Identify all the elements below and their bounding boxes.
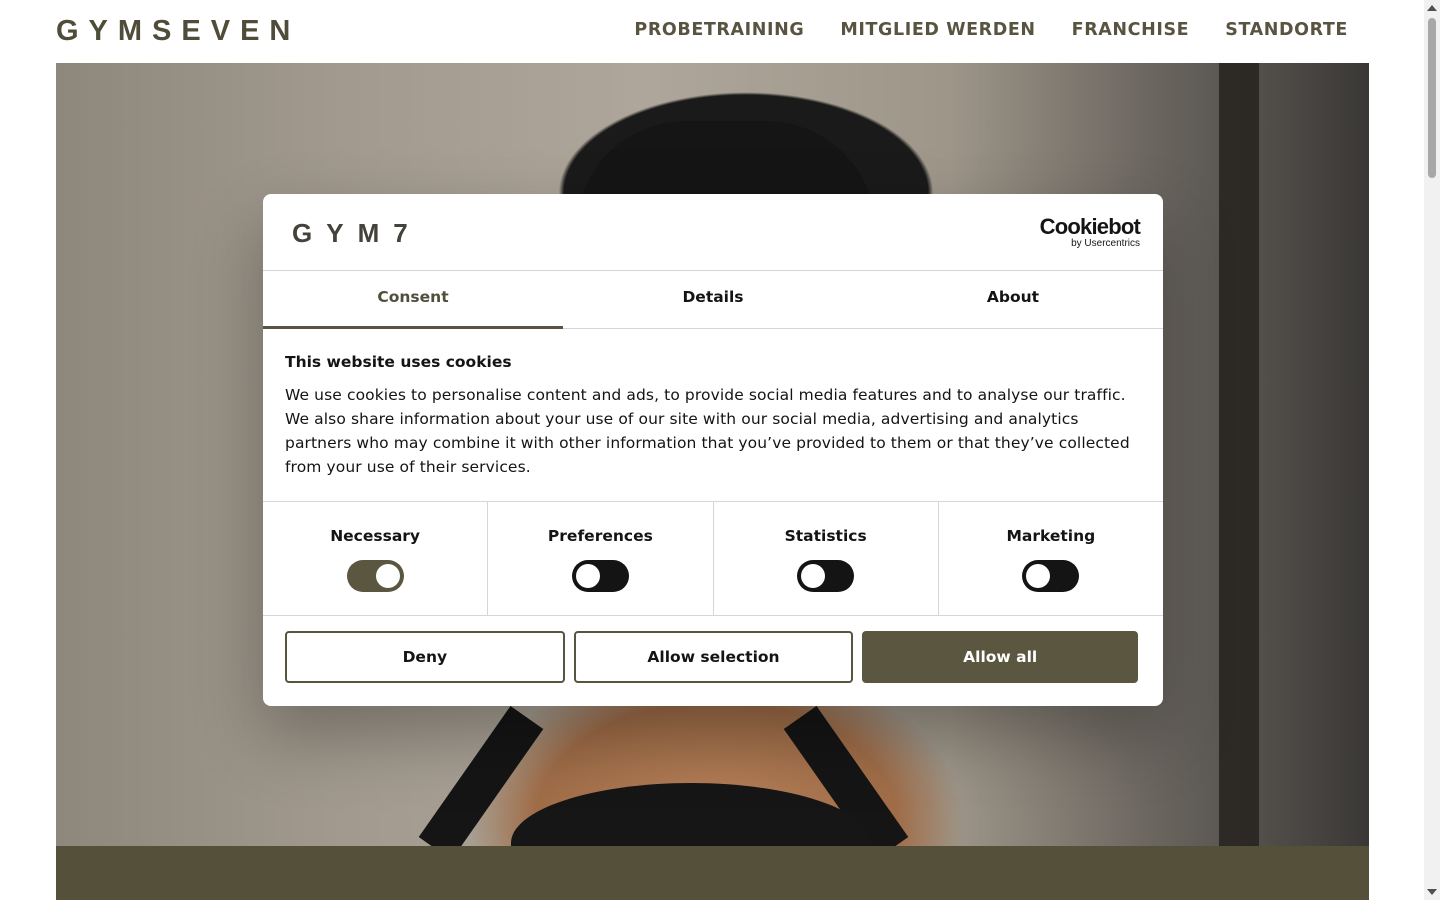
toggle-marketing[interactable]	[1022, 560, 1080, 592]
cookiebot-name: Cookiebot	[1039, 214, 1141, 239]
tab-about[interactable]: About	[863, 271, 1163, 328]
deny-button[interactable]: Deny	[285, 631, 565, 683]
toggle-necessary[interactable]	[346, 560, 404, 592]
category-marketing: Marketing	[939, 502, 1163, 615]
scroll-thumb[interactable]	[1428, 18, 1436, 178]
category-preferences: Preferences	[488, 502, 714, 615]
consent-categories: Necessary Preferences Statistics Marketi…	[263, 501, 1163, 616]
hero-sports-top	[511, 783, 871, 846]
toggle-preferences[interactable]	[571, 560, 629, 592]
nav-item-standorte[interactable]: STANDORTE	[1225, 19, 1348, 41]
category-label: Marketing	[1006, 527, 1096, 545]
consent-buttons: Deny Allow selection Allow all	[263, 616, 1163, 683]
consent-title: This website uses cookies	[285, 353, 512, 371]
main-nav: PROBETRAINING MITGLIED WERDEN FRANCHISE …	[634, 19, 1348, 41]
toggle-knob	[1026, 564, 1051, 588]
toggle-knob	[801, 564, 826, 588]
nav-item-franchise[interactable]: FRANCHISE	[1072, 19, 1190, 41]
site-header: GYMSEVEN PROBETRAINING MITGLIED WERDEN F…	[0, 0, 1424, 63]
cookiebot-logo[interactable]: Cookiebot by Usercentrics	[1039, 214, 1141, 250]
nav-item-mitglied-werden[interactable]: MITGLIED WERDEN	[840, 19, 1035, 41]
hero-background-pillar	[1219, 63, 1259, 846]
cookiebot-byline: by Usercentrics	[1071, 238, 1140, 249]
tab-consent[interactable]: Consent	[263, 271, 563, 329]
scroll-up-arrow-icon[interactable]	[1427, 5, 1437, 11]
dialog-tabs: Consent Details About	[263, 271, 1163, 329]
category-statistics: Statistics	[714, 502, 939, 615]
consent-body: This website uses cookies We use cookies…	[263, 329, 1163, 501]
tab-details[interactable]: Details	[563, 271, 863, 328]
cookie-consent-dialog: GYM7 Cookiebot by Usercentrics Consent D…	[263, 194, 1163, 706]
scroll-down-arrow-icon[interactable]	[1427, 889, 1437, 895]
category-label: Statistics	[784, 527, 867, 545]
nav-item-probetraining[interactable]: PROBETRAINING	[634, 19, 804, 41]
dialog-header: GYM7 Cookiebot by Usercentrics	[263, 194, 1163, 271]
page-scrollbar[interactable]	[1424, 0, 1440, 900]
allow-all-button[interactable]: Allow all	[862, 631, 1139, 683]
toggle-knob	[575, 564, 600, 588]
toggle-knob	[375, 564, 400, 588]
category-label: Necessary	[330, 527, 421, 545]
site-logo[interactable]: GYMSEVEN	[56, 14, 300, 48]
hero-footer-band	[56, 846, 1369, 900]
allow-selection-button[interactable]: Allow selection	[573, 631, 854, 683]
toggle-statistics[interactable]	[797, 560, 855, 592]
consent-description: We use cookies to personalise content an…	[285, 386, 1130, 476]
dialog-logo: GYM7	[292, 218, 422, 248]
category-necessary: Necessary	[263, 502, 489, 615]
category-label: Preferences	[547, 527, 653, 545]
